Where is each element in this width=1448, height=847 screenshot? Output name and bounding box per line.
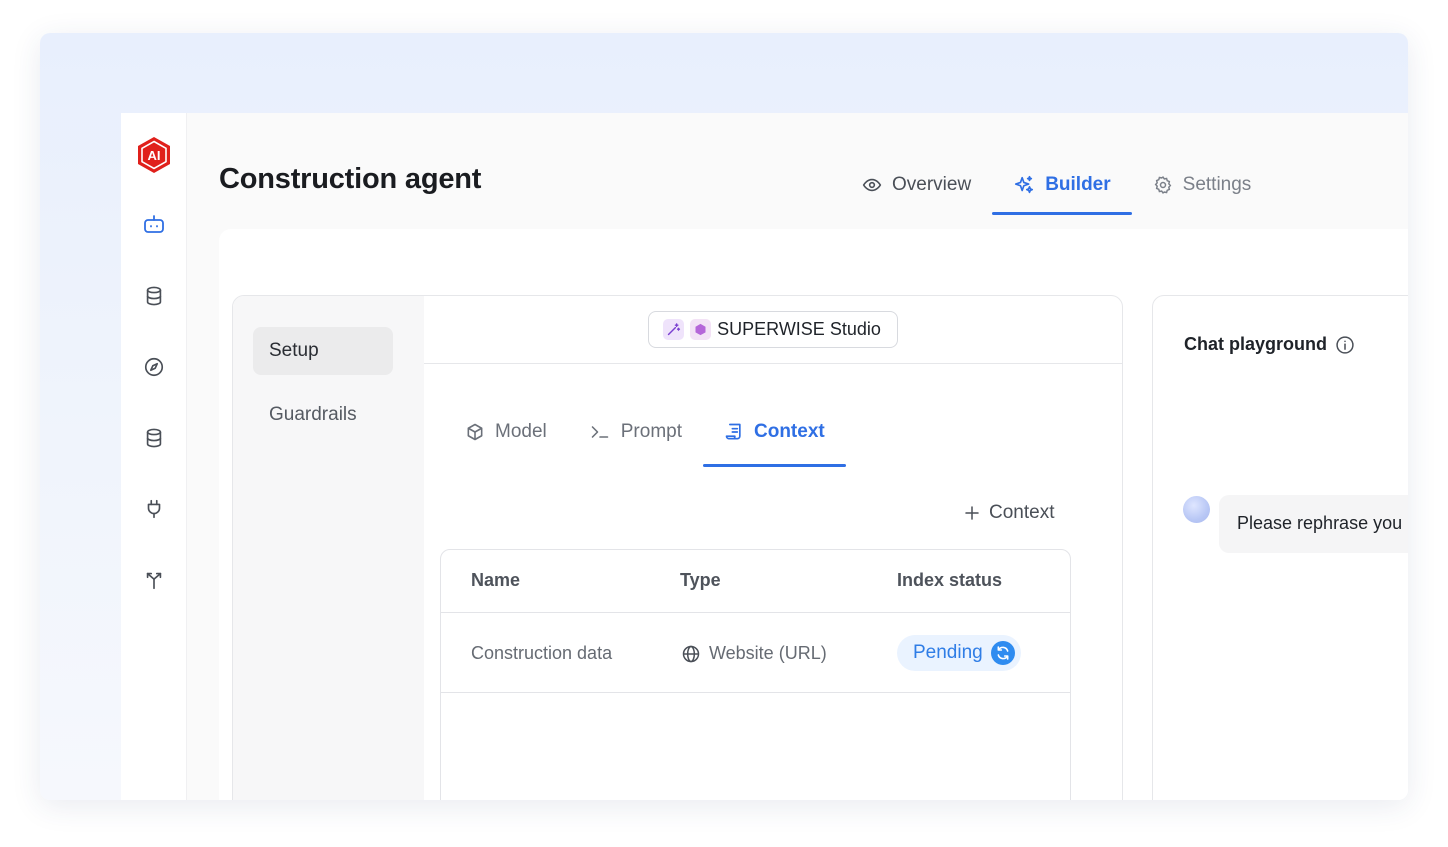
table-row[interactable]: Construction data Website (URL) Pending [441, 613, 1070, 693]
builder-panel: Setup Guardrails SUPERWISE Studio Model … [232, 295, 1123, 800]
builder-sub-tabs: Model Prompt Context [444, 396, 846, 467]
sync-icon[interactable] [990, 641, 1015, 665]
tab-label: Builder [1045, 174, 1111, 195]
cell-type: Website (URL) [681, 643, 827, 664]
plus-icon [965, 506, 979, 520]
tab-overview[interactable]: Overview [841, 155, 992, 215]
magic-wand-icon [663, 319, 685, 340]
add-context-label: Context [989, 502, 1055, 523]
tab-label: Context [754, 420, 825, 442]
logo-text: AI [148, 148, 161, 163]
sidebar-rail: AI [121, 113, 187, 800]
cube-icon [467, 423, 483, 440]
fork-icon[interactable] [138, 564, 170, 596]
builder-side-nav: Setup Guardrails [233, 296, 424, 800]
tab-context[interactable]: Context [703, 396, 846, 467]
tab-label: Prompt [620, 420, 682, 442]
side-item-setup[interactable]: Setup [253, 327, 393, 375]
tab-prompt[interactable]: Prompt [568, 396, 703, 467]
sparkles-icon [1015, 175, 1034, 194]
cell-name: Construction data [471, 643, 613, 663]
tab-builder[interactable]: Builder [992, 155, 1133, 215]
tab-label: Model [495, 420, 547, 442]
tab-settings[interactable]: Settings [1132, 155, 1273, 215]
document-icon [725, 423, 741, 439]
cube-badge-icon [690, 319, 712, 340]
compass-icon[interactable] [138, 351, 170, 383]
cell-type-label: Website (URL) [709, 643, 827, 663]
app-window: AI Construction agent Overview Builder S… [121, 113, 1408, 800]
status-badge: Pending [897, 635, 1021, 671]
gear-icon [1154, 176, 1171, 194]
plug-icon[interactable] [138, 493, 170, 525]
status-label: Pending [913, 642, 983, 663]
avatar [1183, 496, 1210, 523]
bot-icon[interactable] [138, 209, 170, 241]
database-icon[interactable] [138, 422, 170, 454]
page-title: Construction agent [219, 163, 482, 195]
app-logo[interactable]: AI [135, 135, 173, 175]
tab-label: Overview [892, 174, 972, 195]
chat-playground-panel: Chat playground Please rephrase you [1152, 295, 1408, 800]
header-tabs: Overview Builder Settings [841, 155, 1272, 215]
tab-model[interactable]: Model [444, 396, 568, 467]
superwise-studio-button[interactable]: SUPERWISE Studio [648, 311, 898, 348]
add-context-button[interactable]: Context [963, 502, 1054, 524]
window-frame: AI Construction agent Overview Builder S… [40, 33, 1408, 800]
column-header-name[interactable]: Name [471, 570, 520, 591]
chat-message: Please rephrase you [1219, 495, 1408, 553]
globe-icon [682, 645, 700, 662]
database-icon[interactable] [138, 280, 170, 312]
context-table: Name Type Index status Construction data… [440, 549, 1071, 800]
chat-title-label: Chat playground [1184, 334, 1327, 354]
column-header-type[interactable]: Type [680, 570, 721, 591]
info-icon[interactable] [1335, 335, 1355, 355]
table-header: Name Type Index status [441, 550, 1070, 613]
column-header-index-status[interactable]: Index status [897, 570, 1002, 591]
tab-label: Settings [1182, 174, 1252, 195]
terminal-icon [591, 425, 609, 438]
chat-title: Chat playground [1184, 334, 1355, 355]
studio-label: SUPERWISE Studio [717, 319, 881, 339]
eye-icon [862, 178, 882, 192]
studio-bar: SUPERWISE Studio [424, 296, 1122, 364]
side-item-guardrails[interactable]: Guardrails [253, 391, 393, 439]
